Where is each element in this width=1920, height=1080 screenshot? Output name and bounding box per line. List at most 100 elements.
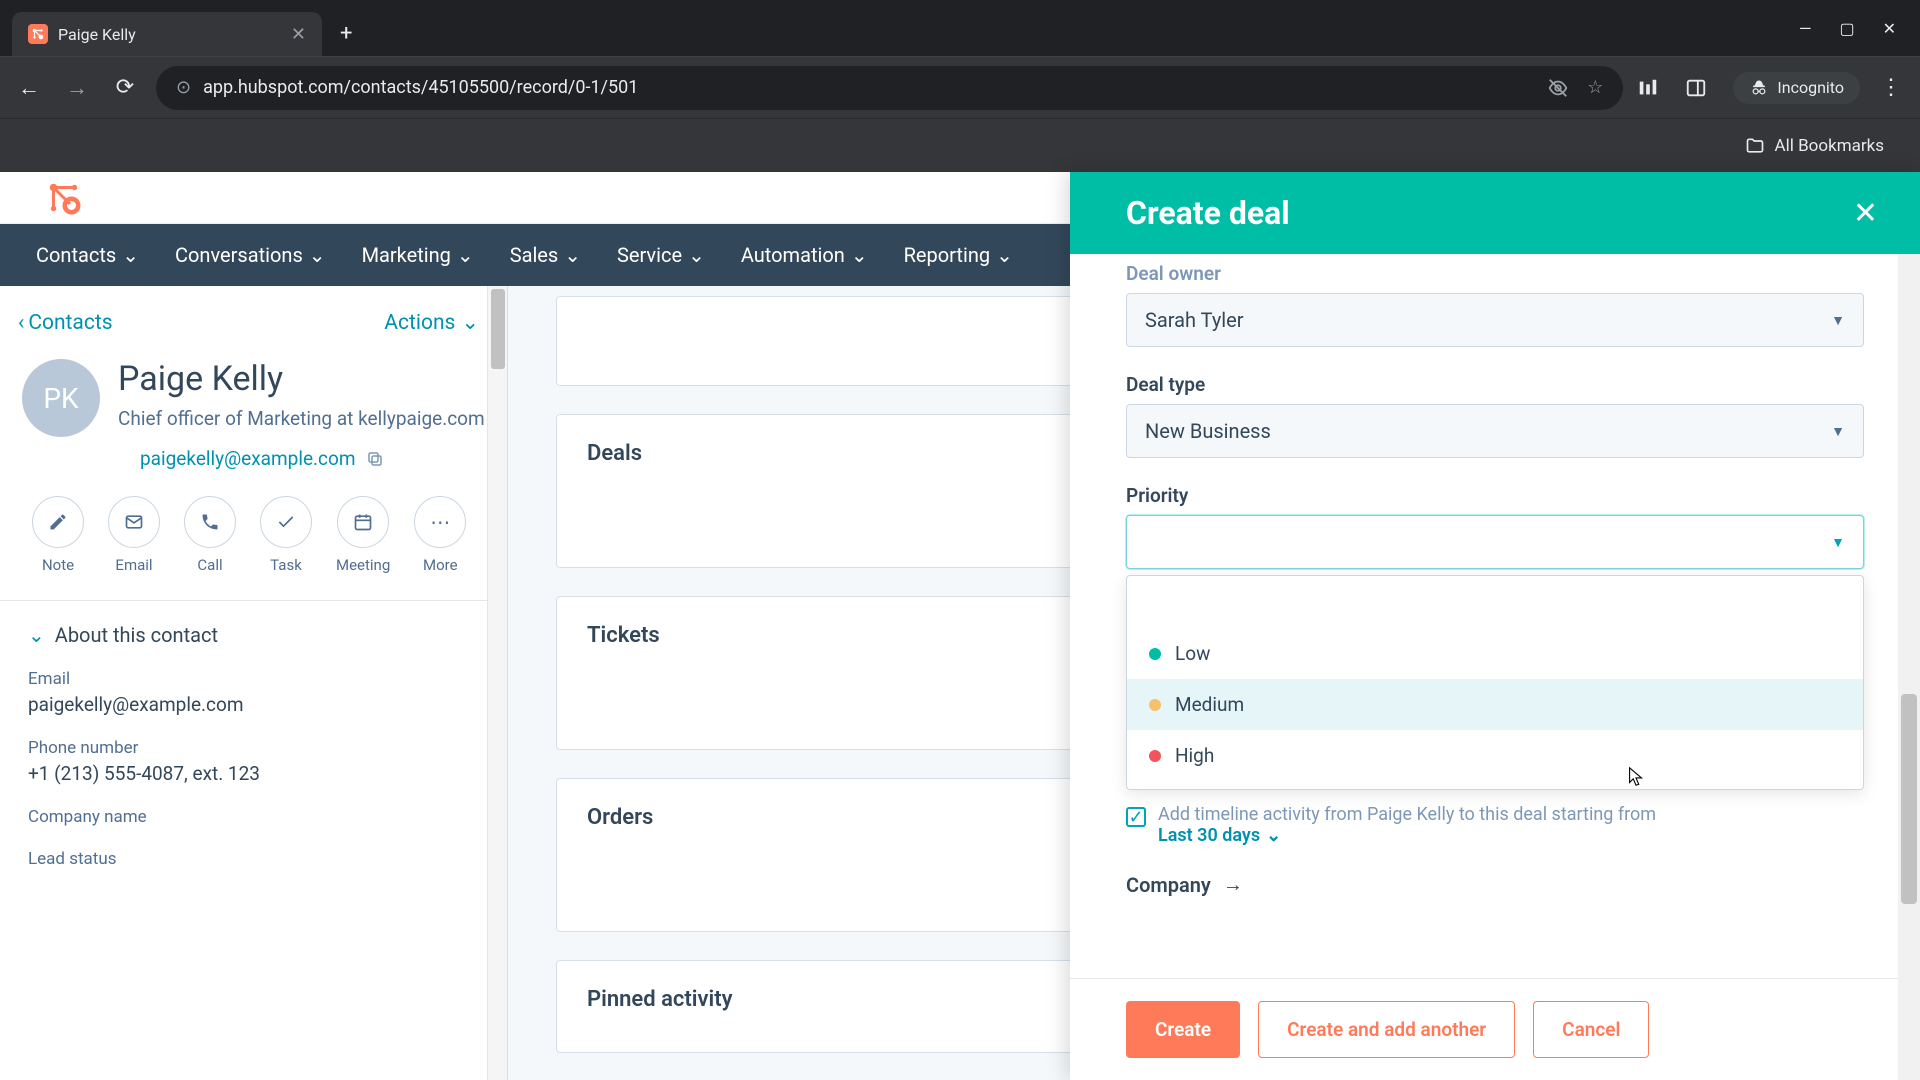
chevron-down-icon: ⌄ bbox=[457, 243, 474, 267]
priority-select[interactable]: ▼ bbox=[1126, 515, 1864, 569]
forward-icon[interactable]: → bbox=[60, 75, 94, 101]
chevron-down-icon: ⌄ bbox=[122, 243, 139, 267]
chevron-down-icon: ⌄ bbox=[28, 623, 45, 647]
nav-marketing[interactable]: Marketing⌄ bbox=[362, 243, 474, 267]
browser-chrome: Paige Kelly ✕ + ― ▢ ✕ ← → ⟳ ⊙ app.hubspo… bbox=[0, 0, 1920, 172]
deal-owner-select[interactable]: Sarah Tyler ▼ bbox=[1126, 293, 1864, 347]
panel-header: Create deal ✕ bbox=[1070, 172, 1920, 254]
calendar-icon bbox=[353, 512, 373, 532]
check-icon bbox=[276, 512, 296, 532]
panel-close-button[interactable]: ✕ bbox=[1853, 196, 1878, 231]
create-and-add-another-button[interactable]: Create and add another bbox=[1258, 1001, 1515, 1058]
copy-icon[interactable] bbox=[366, 450, 384, 468]
back-to-contacts-link[interactable]: ‹ Contacts bbox=[18, 311, 113, 335]
favicon-icon bbox=[28, 24, 48, 44]
note-button[interactable]: Note bbox=[32, 496, 84, 574]
create-button[interactable]: Create bbox=[1126, 1001, 1240, 1058]
folder-icon bbox=[1745, 136, 1765, 156]
task-button[interactable]: Task bbox=[260, 496, 312, 574]
panel-icon[interactable] bbox=[1685, 77, 1719, 99]
new-tab-button[interactable]: + bbox=[340, 21, 352, 46]
menu-icon[interactable]: ⋮ bbox=[1874, 75, 1908, 100]
tab-close-icon[interactable]: ✕ bbox=[291, 24, 306, 45]
email-label: Email bbox=[28, 669, 479, 689]
panel-title: Create deal bbox=[1126, 194, 1290, 232]
lead-status-label: Lead status bbox=[28, 849, 479, 869]
tab-title: Paige Kelly bbox=[58, 25, 136, 44]
eye-off-icon[interactable] bbox=[1547, 77, 1569, 99]
phone-value[interactable]: +1 (213) 555-4087, ext. 123 bbox=[28, 762, 479, 785]
call-button[interactable]: Call bbox=[184, 496, 236, 574]
minimize-icon[interactable]: ― bbox=[1799, 19, 1812, 38]
contact-email-link[interactable]: paigekelly@example.com bbox=[140, 447, 356, 470]
company-association[interactable]: Company → bbox=[1126, 872, 1864, 897]
media-icon[interactable] bbox=[1637, 77, 1671, 99]
actions-dropdown[interactable]: Actions ⌄ bbox=[384, 310, 479, 335]
deal-type-select[interactable]: New Business ▼ bbox=[1126, 404, 1864, 458]
panel-scrollbar[interactable] bbox=[1898, 254, 1920, 1080]
deal-owner-label: Deal owner bbox=[1126, 262, 1864, 285]
phone-icon bbox=[200, 512, 220, 532]
panel-footer: Create Create and add another Cancel bbox=[1070, 978, 1920, 1080]
priority-option-low[interactable]: Low bbox=[1127, 628, 1863, 679]
nav-sales[interactable]: Sales⌄ bbox=[510, 243, 581, 267]
window-controls: ― ▢ ✕ bbox=[1799, 19, 1920, 38]
chevron-down-icon: ⌄ bbox=[851, 243, 868, 267]
star-icon[interactable]: ☆ bbox=[1587, 77, 1603, 98]
nav-service[interactable]: Service⌄ bbox=[617, 243, 705, 267]
dot-icon bbox=[1149, 648, 1161, 660]
site-info-icon[interactable]: ⊙ bbox=[176, 77, 191, 98]
nav-contacts[interactable]: Contacts⌄ bbox=[36, 243, 139, 267]
incognito-label: Incognito bbox=[1777, 78, 1844, 97]
caret-down-icon: ▼ bbox=[1831, 423, 1845, 440]
address-bar: ← → ⟳ ⊙ app.hubspot.com/contacts/4510550… bbox=[0, 56, 1920, 118]
checkbox-icon[interactable]: ✓ bbox=[1126, 807, 1146, 827]
contact-subtitle: Chief officer of Marketing at kellypaige… bbox=[118, 405, 485, 434]
chevron-down-icon: ⌄ bbox=[688, 243, 705, 267]
priority-option-blank[interactable] bbox=[1127, 584, 1863, 628]
nav-reporting[interactable]: Reporting⌄ bbox=[904, 243, 1013, 267]
cancel-button[interactable]: Cancel bbox=[1533, 1001, 1649, 1058]
dot-icon bbox=[1149, 750, 1161, 762]
envelope-icon bbox=[124, 512, 144, 532]
priority-option-high[interactable]: High bbox=[1127, 730, 1863, 781]
nav-automation[interactable]: Automation⌄ bbox=[741, 243, 868, 267]
email-value[interactable]: paigekelly@example.com bbox=[28, 693, 479, 716]
contact-sidebar: ‹ Contacts Actions ⌄ PK Paige Kelly Chie… bbox=[0, 286, 508, 1080]
create-deal-panel: Create deal ✕ Deal owner Sarah Tyler ▼ D… bbox=[1070, 172, 1920, 1080]
nav-conversations[interactable]: Conversations⌄ bbox=[175, 243, 326, 267]
caret-down-icon: ▼ bbox=[1831, 534, 1845, 551]
timeline-checkbox-row[interactable]: ✓ Add timeline activity from Paige Kelly… bbox=[1126, 804, 1864, 846]
incognito-chip[interactable]: Incognito bbox=[1733, 72, 1860, 104]
arrow-right-icon: → bbox=[1223, 872, 1243, 897]
browser-tab[interactable]: Paige Kelly ✕ bbox=[12, 12, 322, 56]
tab-bar: Paige Kelly ✕ + ― ▢ ✕ bbox=[0, 0, 1920, 56]
company-label: Company name bbox=[28, 807, 479, 827]
priority-option-medium[interactable]: Medium bbox=[1127, 679, 1863, 730]
dot-icon bbox=[1149, 699, 1161, 711]
deal-type-label: Deal type bbox=[1126, 373, 1864, 396]
back-icon[interactable]: ← bbox=[12, 75, 46, 101]
all-bookmarks-link[interactable]: All Bookmarks bbox=[1775, 136, 1884, 156]
phone-label: Phone number bbox=[28, 738, 479, 758]
maximize-icon[interactable]: ▢ bbox=[1839, 19, 1854, 38]
email-button[interactable]: Email bbox=[108, 496, 160, 574]
hubspot-logo-icon[interactable] bbox=[46, 180, 82, 216]
chevron-down-icon: ⌄ bbox=[996, 243, 1013, 267]
about-section-toggle[interactable]: ⌄ About this contact bbox=[28, 623, 479, 647]
close-icon[interactable]: ✕ bbox=[1883, 19, 1896, 38]
avatar[interactable]: PK bbox=[22, 359, 100, 437]
app-area: Contacts⌄ Conversations⌄ Marketing⌄ Sale… bbox=[0, 172, 1920, 1080]
more-button[interactable]: ⋯More bbox=[414, 496, 466, 574]
chevron-left-icon: ‹ bbox=[18, 311, 24, 335]
contact-action-row: Note Email Call Task Meeting ⋯More bbox=[0, 470, 507, 600]
chevron-down-icon: ⌄ bbox=[309, 243, 326, 267]
reload-icon[interactable]: ⟳ bbox=[108, 75, 142, 100]
panel-body: Deal owner Sarah Tyler ▼ Deal type New B… bbox=[1070, 254, 1920, 978]
priority-dropdown: Low Medium High bbox=[1126, 575, 1864, 790]
timeline-range-select[interactable]: Last 30 days⌄ bbox=[1158, 825, 1656, 846]
meeting-button[interactable]: Meeting bbox=[336, 496, 390, 574]
url-input[interactable]: ⊙ app.hubspot.com/contacts/45105500/reco… bbox=[156, 66, 1623, 110]
sidebar-scrollbar[interactable] bbox=[487, 286, 507, 1080]
chevron-down-icon: ⌄ bbox=[461, 310, 479, 335]
